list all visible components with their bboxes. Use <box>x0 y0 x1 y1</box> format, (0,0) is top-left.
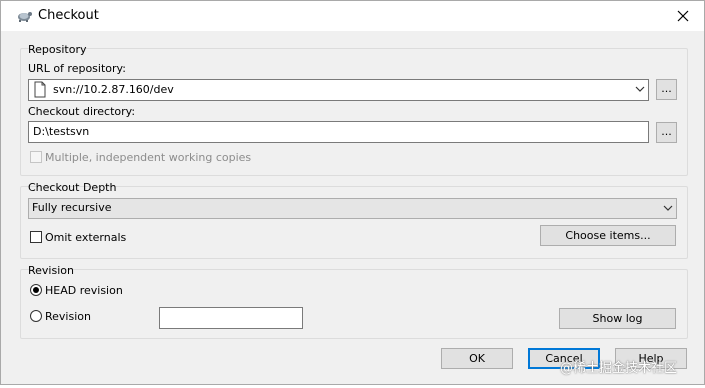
window-title: Checkout <box>38 8 99 23</box>
multiple-working-copies-label: Multiple, independent working copies <box>45 151 252 164</box>
checkout-dialog: Checkout Repository URL of repository: s… <box>0 0 705 385</box>
watermark: @稀土掘金技术社区 <box>560 361 678 376</box>
url-value: svn://10.2.87.160/dev <box>53 83 174 96</box>
repository-group-label: Repository <box>28 43 87 56</box>
revision-label: Revision <box>45 310 91 323</box>
checkout-depth-group <box>20 186 688 259</box>
show-log-button[interactable]: Show log <box>559 308 676 329</box>
head-revision-label: HEAD revision <box>45 284 123 297</box>
directory-browse-button[interactable]: ... <box>656 122 677 143</box>
ok-button[interactable]: OK <box>441 348 513 369</box>
checkout-directory-field[interactable]: D:\testsvn <box>28 121 649 143</box>
revision-group-label: Revision <box>28 264 74 277</box>
chevron-down-icon[interactable] <box>635 85 645 93</box>
title-bar[interactable]: Checkout <box>1 1 704 31</box>
depth-select[interactable]: Fully recursive <box>28 198 677 219</box>
revision-radio[interactable] <box>30 310 42 322</box>
url-label: URL of repository: <box>28 62 126 75</box>
checkout-depth-group-label: Checkout Depth <box>28 181 117 194</box>
head-revision-radio[interactable] <box>30 284 42 296</box>
revision-number-field[interactable] <box>159 307 303 329</box>
tortoisesvn-icon <box>18 12 32 22</box>
document-icon <box>34 81 46 98</box>
choose-items-button[interactable]: Choose items... <box>540 225 676 246</box>
omit-externals-label: Omit externals <box>45 231 127 244</box>
omit-externals-checkbox[interactable] <box>30 231 42 243</box>
url-combobox[interactable]: svn://10.2.87.160/dev <box>28 79 649 101</box>
close-icon[interactable] <box>671 5 695 27</box>
depth-select-value: Fully recursive <box>32 201 112 214</box>
multiple-working-copies-checkbox[interactable] <box>30 151 42 163</box>
checkout-directory-label: Checkout directory: <box>28 105 136 118</box>
url-browse-button[interactable]: ... <box>656 79 677 100</box>
radio-selected-dot <box>33 287 39 293</box>
chevron-down-icon[interactable] <box>663 204 673 212</box>
